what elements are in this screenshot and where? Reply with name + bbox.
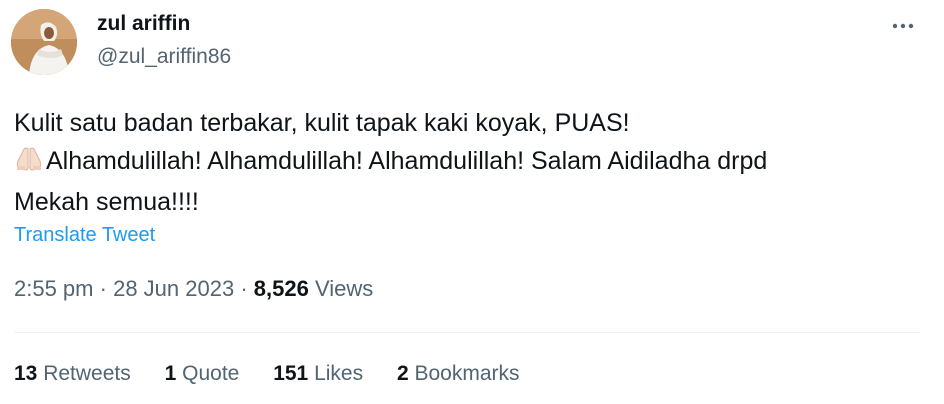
tweet-time[interactable]: 2:55 pm: [14, 276, 94, 301]
engagement-stats: 13 Retweets 1 Quote 151 Likes 2 Bookmark…: [14, 362, 548, 386]
retweets-count: 13: [14, 362, 38, 385]
tweet-meta: 2:55 pm · 28 Jun 2023 · 8,526 Views: [14, 276, 373, 302]
bookmarks-stat[interactable]: 2 Bookmarks: [397, 362, 520, 386]
likes-count: 151: [273, 362, 309, 385]
tweet-text-line-2: Alhamdulillah! Alhamdulillah! Alhamdulil…: [14, 142, 914, 183]
more-options-button[interactable]: [890, 14, 918, 38]
tweet-date[interactable]: 28 Jun 2023: [113, 276, 234, 301]
tweet-text-line-3: Mekah semua!!!!: [14, 188, 199, 216]
tweet-text: Kulit satu badan terbakar, kulit tapak k…: [14, 104, 914, 221]
meta-separator: ·: [99, 276, 107, 301]
views-label: Views: [314, 276, 374, 301]
quotes-label: Quote: [182, 362, 240, 385]
more-horizontal-icon: [892, 23, 914, 29]
views-count: 8,526: [253, 276, 309, 301]
retweets-label: Retweets: [43, 362, 131, 385]
divider: [14, 332, 920, 333]
avatar[interactable]: [11, 9, 77, 75]
quotes-count: 1: [164, 362, 177, 385]
profile-photo-icon: [11, 9, 77, 75]
bookmarks-count: 2: [396, 362, 409, 385]
retweets-stat[interactable]: 13 Retweets: [14, 362, 131, 386]
quotes-stat[interactable]: 1 Quote: [165, 362, 240, 386]
likes-stat[interactable]: 151 Likes: [273, 362, 363, 386]
likes-label: Likes: [314, 362, 364, 385]
praying-hands-emoji-icon: [14, 145, 44, 183]
translate-tweet-link[interactable]: Translate Tweet: [14, 224, 155, 247]
tweet-card: zul ariffin @zul_ariffin86 Kulit satu ba…: [0, 0, 944, 404]
bookmarks-label: Bookmarks: [414, 362, 520, 385]
tweet-text-line-1: Kulit satu badan terbakar, kulit tapak k…: [14, 109, 630, 137]
tweet-text-line-2-text: Alhamdulillah! Alhamdulillah! Alhamdulil…: [46, 147, 768, 175]
meta-separator-2: ·: [240, 276, 248, 301]
author-name[interactable]: zul ariffin: [97, 12, 190, 36]
author-handle[interactable]: @zul_ariffin86: [97, 45, 231, 69]
